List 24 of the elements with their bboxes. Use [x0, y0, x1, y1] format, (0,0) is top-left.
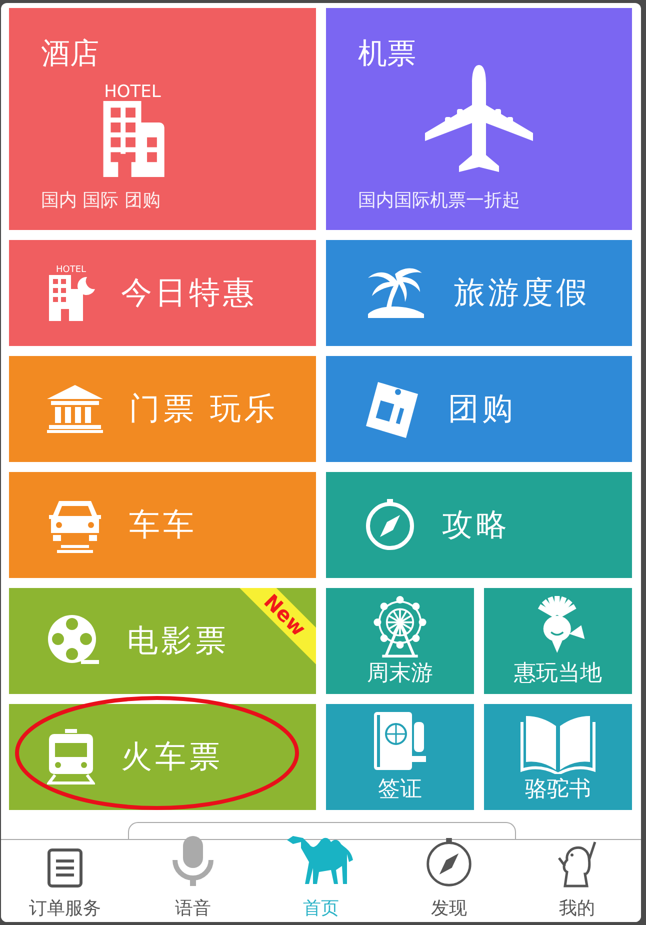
tab-bar-item[interactable]: 我的 [513, 832, 641, 922]
menu-tile[interactable]: HOTEL 今日特惠 [9, 240, 316, 346]
menu-tile[interactable]: 车车 [9, 472, 316, 578]
menu-tile[interactable]: 攻略 [326, 472, 632, 578]
menu-tile[interactable]: 旅游度假 [326, 240, 632, 346]
menu-tile[interactable]: 酒店 HOTEL 国内 国际 团购 [9, 8, 316, 230]
menu-tile[interactable]: 骆驼书 [484, 704, 632, 810]
menu-tile[interactable]: 团购 [326, 356, 632, 462]
menu-tile[interactable]: 门票 玩乐 [9, 356, 316, 462]
compass-icon [364, 499, 416, 551]
menu-tile[interactable]: 周末游 [326, 588, 474, 694]
menu-tile[interactable]: 惠玩当地 [484, 588, 632, 694]
compass-icon [424, 838, 474, 888]
menu-tile[interactable]: 机票 国内国际机票一折起 [326, 8, 632, 230]
tab-bar-item[interactable]: 订单服务 [1, 832, 129, 922]
pavilion-icon [47, 385, 103, 433]
menu-tile[interactable]: 签证 [326, 704, 474, 810]
tab-bar-item[interactable]: 首页 [257, 832, 385, 922]
train-icon [47, 729, 95, 785]
hotel-building-icon: HOTEL [100, 84, 166, 176]
tab-bar-item[interactable]: 语音 [129, 832, 257, 922]
list-icon [47, 848, 83, 888]
tab-bar-item[interactable]: 发现 [385, 832, 513, 922]
menu-tile[interactable]: 火车票 [9, 704, 316, 810]
